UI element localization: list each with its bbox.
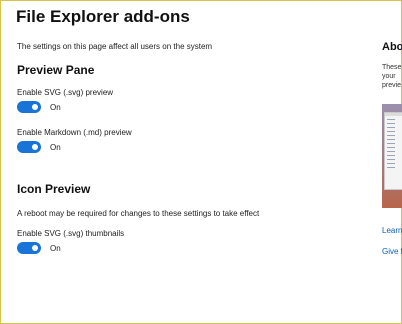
- svg-preview-toggle[interactable]: On: [17, 101, 61, 113]
- svg-thumbnails-toggle[interactable]: On: [17, 242, 61, 254]
- toggle-knob: [32, 144, 38, 150]
- markdown-preview-toggle[interactable]: On: [17, 141, 61, 153]
- icon-preview-description: A reboot may be required for changes to …: [17, 209, 260, 218]
- toggle-track[interactable]: [17, 141, 41, 153]
- toggle-track[interactable]: [17, 242, 41, 254]
- explorer-window-thumbnail: [384, 112, 402, 190]
- about-heading: Abo: [382, 41, 402, 53]
- svg-thumbnails-label: Enable SVG (.svg) thumbnails: [17, 229, 125, 238]
- give-feedback-link[interactable]: Give f: [382, 247, 402, 256]
- window-file-list: [387, 119, 395, 169]
- about-preview-image: [382, 104, 402, 208]
- toggle-state-label: On: [50, 243, 61, 253]
- page-description: The settings on this page affect all use…: [17, 42, 213, 51]
- markdown-preview-label: Enable Markdown (.md) preview: [17, 128, 132, 137]
- toggle-state-label: On: [50, 142, 61, 152]
- icon-preview-heading: Icon Preview: [17, 182, 91, 196]
- about-description: These your previe: [382, 63, 402, 90]
- learn-more-link[interactable]: Learn: [382, 226, 402, 235]
- toggle-knob: [32, 245, 38, 251]
- preview-pane-heading: Preview Pane: [17, 63, 95, 77]
- file-explorer-addons-page: File Explorer add-ons The settings on th…: [0, 0, 402, 324]
- toggle-knob: [32, 104, 38, 110]
- about-text-line: previe: [382, 82, 402, 89]
- window-titlebar: [385, 113, 402, 116]
- about-text-line: These: [382, 64, 402, 71]
- svg-preview-label: Enable SVG (.svg) preview: [17, 88, 114, 97]
- page-title: File Explorer add-ons: [16, 7, 190, 26]
- toggle-state-label: On: [50, 102, 61, 112]
- toggle-track[interactable]: [17, 101, 41, 113]
- about-text-line: your: [382, 73, 396, 80]
